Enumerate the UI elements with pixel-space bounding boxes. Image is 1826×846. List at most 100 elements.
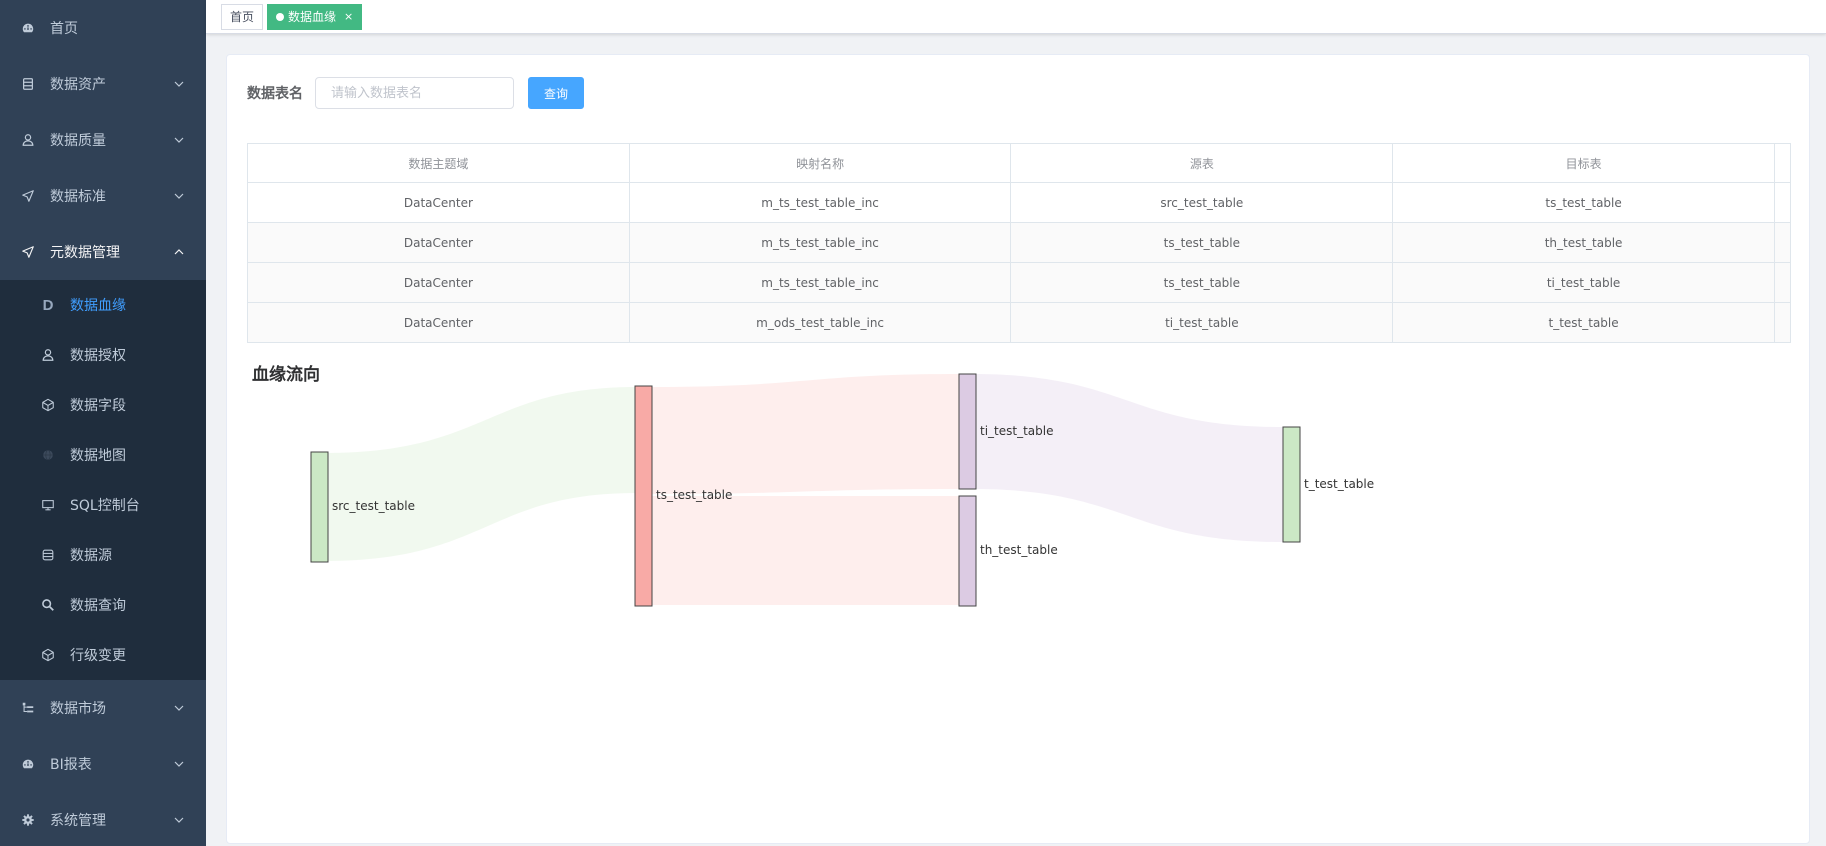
cell-domain: DataCenter xyxy=(247,302,630,343)
table-gutter xyxy=(1774,262,1792,303)
cell-mapping: m_ts_test_table_inc xyxy=(629,222,1012,263)
sidebar-item-metadata[interactable]: 元数据管理 xyxy=(0,224,206,280)
table-gutter xyxy=(1774,222,1792,263)
sankey-label-th: th_test_table xyxy=(980,543,1058,557)
sidebar-item-row-change[interactable]: 行级变更 xyxy=(0,630,206,680)
table-gutter xyxy=(1774,182,1792,223)
sankey-label-ts: ts_test_table xyxy=(656,488,732,502)
sidebar-item-label: 元数据管理 xyxy=(50,245,120,261)
cell-source: ti_test_table xyxy=(1010,302,1394,343)
sidebar: 首页 数据资产 数据质量 数据标准 元数据管理 D 数据血缘 数据授权 数据字段… xyxy=(0,0,206,846)
sidebar-item-system[interactable]: 系统管理 xyxy=(0,792,206,846)
sidebar-item-label: 数据资产 xyxy=(50,77,106,93)
sidebar-item-bi-report[interactable]: BI报表 xyxy=(0,736,206,792)
cell-domain: DataCenter xyxy=(247,262,630,303)
sidebar-item-label: 数据源 xyxy=(70,548,112,564)
tree-icon xyxy=(20,700,36,716)
query-button[interactable]: 查询 xyxy=(528,77,584,109)
send-icon xyxy=(20,188,36,204)
sidebar-item-label: 行级变更 xyxy=(70,648,126,664)
tag-home[interactable]: 首页 xyxy=(221,3,264,30)
sankey-label-t: t_test_table xyxy=(1304,477,1374,491)
sankey-node-ts[interactable] xyxy=(634,385,653,607)
sankey-node-t[interactable] xyxy=(1282,426,1301,543)
sidebar-item-label: SQL控制台 xyxy=(70,498,140,514)
d-letter-icon: D xyxy=(42,296,54,314)
sidebar-item-fields[interactable]: 数据字段 xyxy=(0,380,206,430)
cell-domain: DataCenter xyxy=(247,182,630,223)
sidebar-item-label: 数据字段 xyxy=(70,398,126,414)
user-icon xyxy=(20,132,36,148)
chevron-down-icon xyxy=(174,137,184,143)
table-gutter xyxy=(1774,143,1792,183)
table-row[interactable]: DataCenter m_ts_test_table_inc src_test_… xyxy=(247,182,1792,223)
chevron-down-icon xyxy=(174,817,184,823)
search-icon xyxy=(40,597,56,613)
user-icon xyxy=(40,347,56,363)
cube-icon xyxy=(40,397,56,413)
cell-target: ti_test_table xyxy=(1392,262,1775,303)
sidebar-item-label: 数据血缘 xyxy=(70,298,126,314)
cell-domain: DataCenter xyxy=(247,222,630,263)
header-source[interactable]: 源表 xyxy=(1010,143,1394,183)
sankey-label-src: src_test_table xyxy=(332,499,415,513)
table-gutter xyxy=(1774,302,1792,343)
header-mapping[interactable]: 映射名称 xyxy=(629,143,1012,183)
main-area: 首页 数据血缘 × 数据表名 查询 数据主题域 映射名称 源表 目标表 xyxy=(206,0,1826,846)
table-name-input[interactable] xyxy=(315,77,514,109)
close-icon[interactable]: × xyxy=(344,5,353,29)
chevron-down-icon xyxy=(174,81,184,87)
active-dot-icon xyxy=(276,12,285,21)
cube-icon xyxy=(40,647,56,663)
table-row[interactable]: DataCenter m_ts_test_table_inc ts_test_t… xyxy=(247,222,1792,263)
sankey-node-src[interactable] xyxy=(310,451,329,563)
table-row[interactable]: DataCenter m_ods_test_table_inc ti_test_… xyxy=(247,302,1792,343)
header-domain[interactable]: 数据主题域 xyxy=(247,143,630,183)
chevron-up-icon xyxy=(174,249,184,255)
dashboard-icon xyxy=(20,20,36,36)
sidebar-item-home[interactable]: 首页 xyxy=(0,0,206,56)
content-card: 数据表名 查询 数据主题域 映射名称 源表 目标表 DataCenter xyxy=(226,54,1810,844)
lineage-table: 数据主题域 映射名称 源表 目标表 DataCenter m_ts_test_t… xyxy=(247,143,1792,343)
chevron-down-icon xyxy=(174,193,184,199)
sidebar-item-lineage[interactable]: D 数据血缘 xyxy=(0,280,206,330)
cell-target: th_test_table xyxy=(1392,222,1775,263)
cell-mapping: m_ods_test_table_inc xyxy=(629,302,1012,343)
sidebar-item-data-assets[interactable]: 数据资产 xyxy=(0,56,206,112)
gear-icon xyxy=(20,812,36,828)
sidebar-item-data-quality[interactable]: 数据质量 xyxy=(0,112,206,168)
cell-source: src_test_table xyxy=(1010,182,1394,223)
chevron-down-icon xyxy=(174,761,184,767)
sidebar-item-label: 数据质量 xyxy=(50,133,106,149)
sidebar-item-authorization[interactable]: 数据授权 xyxy=(0,330,206,380)
sidebar-item-label: 数据标准 xyxy=(50,189,106,205)
sankey-node-ti[interactable] xyxy=(958,373,977,490)
header-target[interactable]: 目标表 xyxy=(1392,143,1775,183)
tag-lineage[interactable]: 数据血缘 × xyxy=(267,3,363,30)
sankey-node-th[interactable] xyxy=(958,495,977,607)
sidebar-item-label: 数据授权 xyxy=(70,348,126,364)
monitor-icon xyxy=(40,497,56,513)
submenu-metadata: D 数据血缘 数据授权 数据字段 数据地图 SQL控制台 数据源 数据查询 行级… xyxy=(0,280,206,680)
sidebar-item-data-map[interactable]: 数据地图 xyxy=(0,430,206,480)
chevron-down-icon xyxy=(174,705,184,711)
sidebar-item-label: 数据查询 xyxy=(70,598,126,614)
sidebar-item-data-standard[interactable]: 数据标准 xyxy=(0,168,206,224)
sidebar-item-datasource[interactable]: 数据源 xyxy=(0,530,206,580)
sidebar-item-label: 首页 xyxy=(50,21,78,37)
sidebar-item-label: BI报表 xyxy=(50,757,92,773)
table-row[interactable]: DataCenter m_ts_test_table_inc ts_test_t… xyxy=(247,262,1792,303)
tags-view: 首页 数据血缘 × xyxy=(206,0,1826,34)
sidebar-item-sql-console[interactable]: SQL控制台 xyxy=(0,480,206,530)
cell-source: ts_test_table xyxy=(1010,222,1394,263)
sankey-link-ts-ti[interactable] xyxy=(651,374,959,494)
sankey-link-src-ts[interactable] xyxy=(325,387,637,561)
cell-target: t_test_table xyxy=(1392,302,1775,343)
sidebar-item-label: 数据地图 xyxy=(70,448,126,464)
sidebar-item-data-query[interactable]: 数据查询 xyxy=(0,580,206,630)
sankey-link-ti-t[interactable] xyxy=(973,374,1283,542)
sankey-link-ts-th[interactable] xyxy=(651,496,959,605)
sidebar-item-label: 系统管理 xyxy=(50,813,106,829)
sidebar-item-data-market[interactable]: 数据市场 xyxy=(0,680,206,736)
sidebar-item-label: 数据市场 xyxy=(50,701,106,717)
